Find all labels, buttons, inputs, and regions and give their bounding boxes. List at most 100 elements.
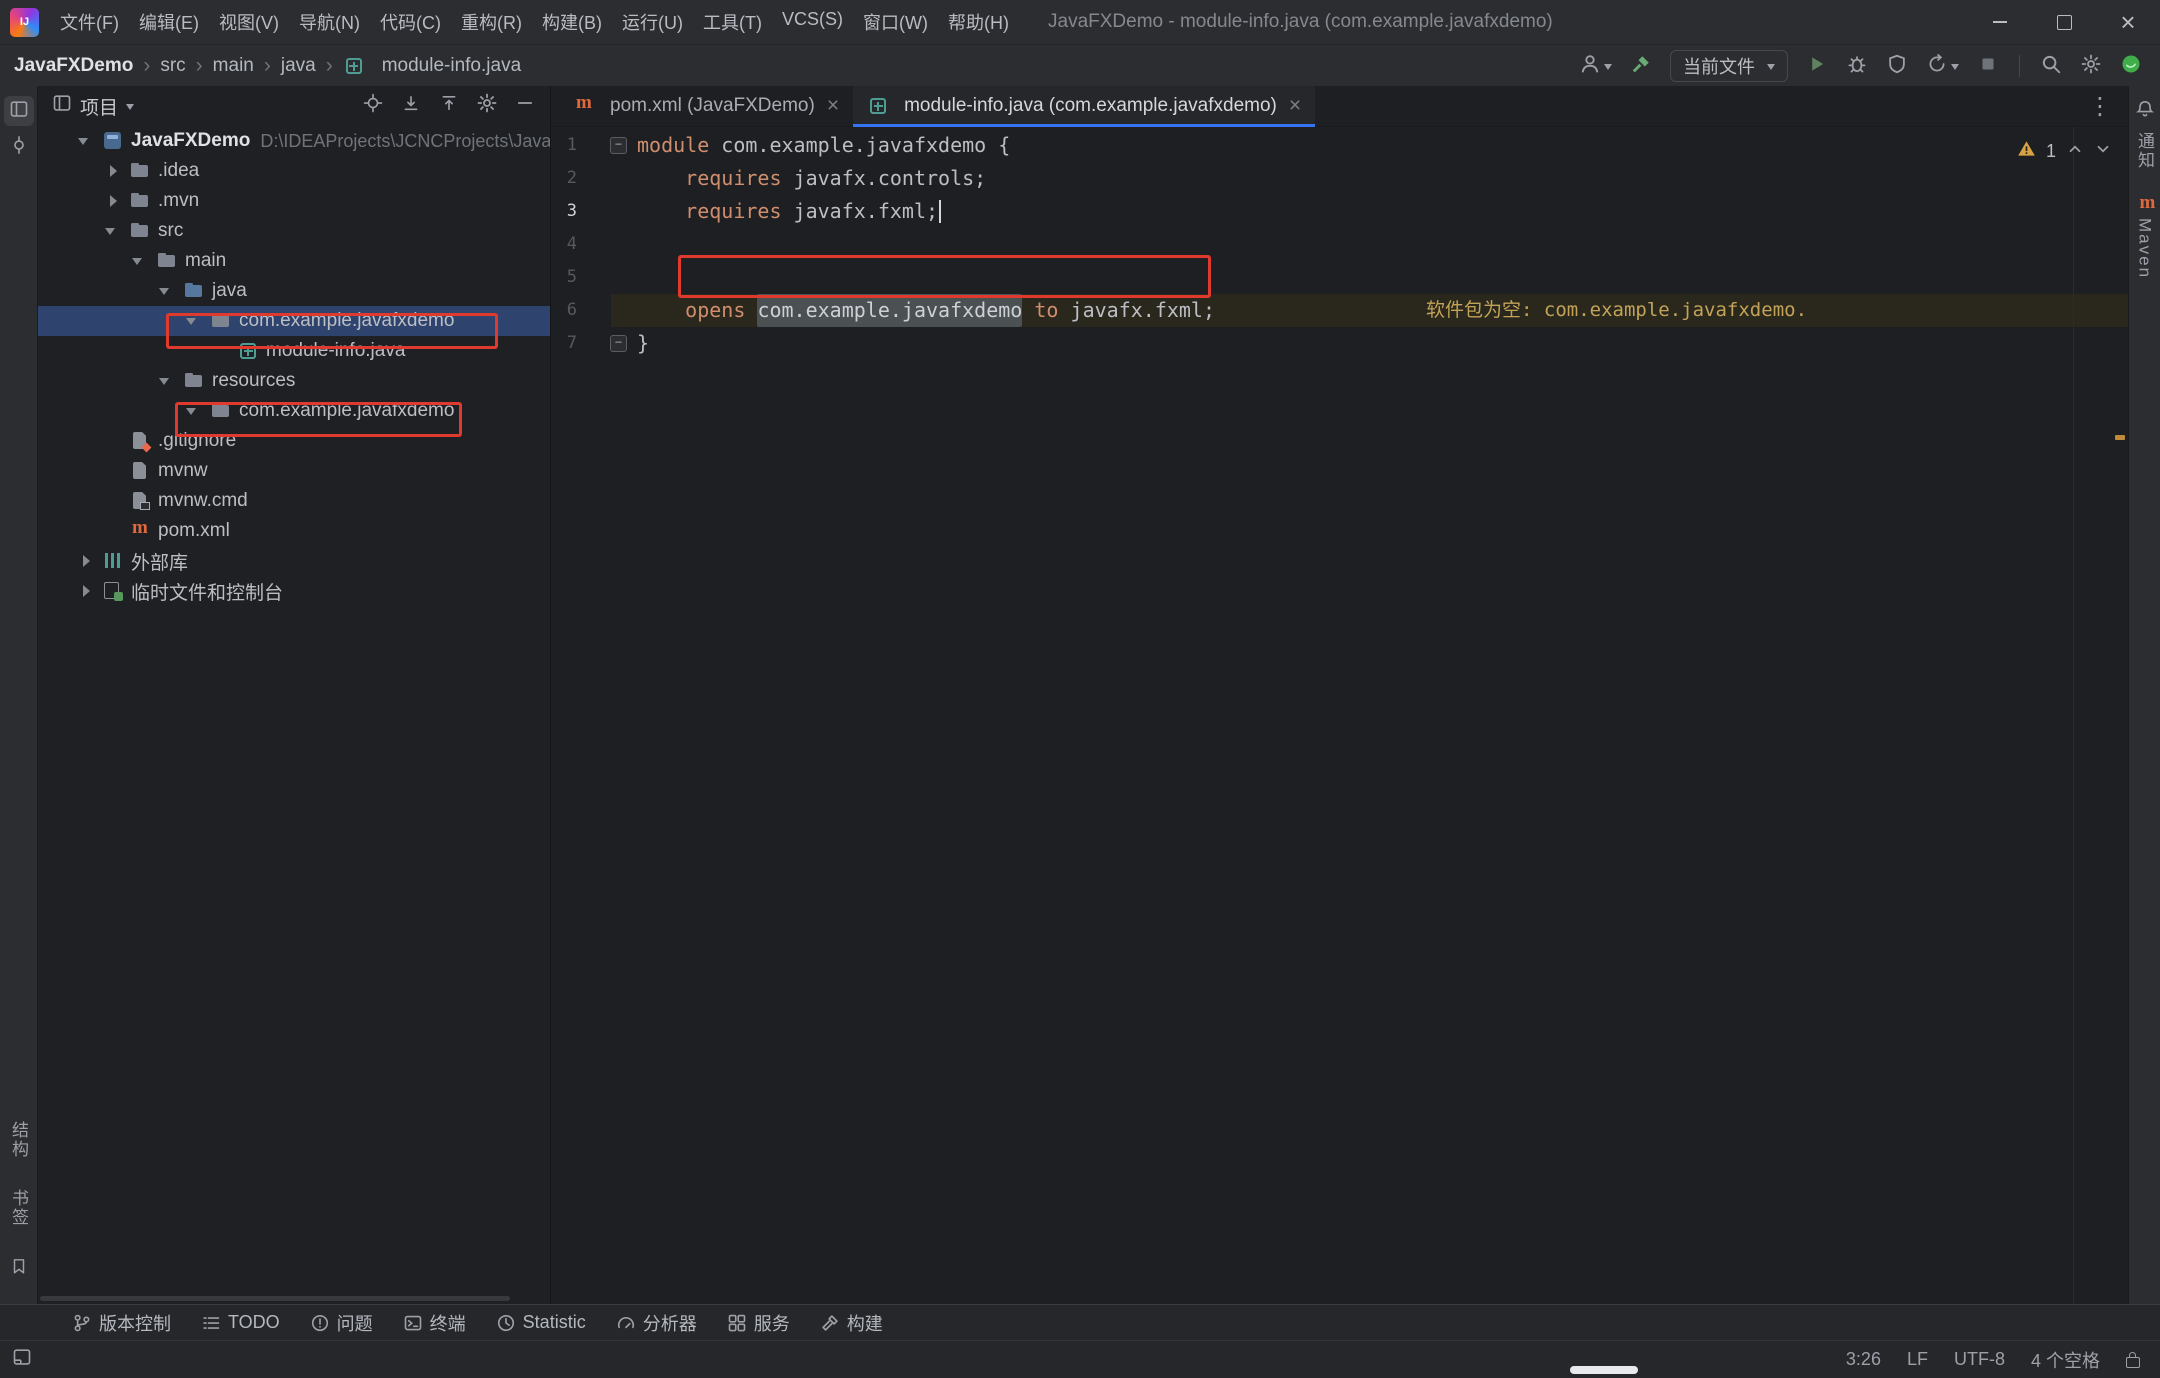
tree-item[interactable]: mvnw.cmd <box>38 486 550 516</box>
indent-setting[interactable]: 4 个空格 <box>2031 1347 2100 1373</box>
tree-item[interactable]: .mvn <box>38 186 550 216</box>
menu-item[interactable]: VCS(S) <box>773 4 852 40</box>
chevron-down-icon[interactable] <box>186 306 210 336</box>
menu-item[interactable]: 导航(N) <box>290 4 369 40</box>
notifications-toolwindow-button[interactable] <box>2130 96 2160 126</box>
ai-assistant-button[interactable] <box>2120 53 2142 80</box>
project-toolwindow-button[interactable] <box>4 96 34 126</box>
debug-button[interactable] <box>1846 53 1868 80</box>
minimize-button[interactable] <box>1968 0 2032 44</box>
tree-item[interactable]: module-info.java <box>38 336 550 366</box>
chevron-down-icon[interactable] <box>105 216 129 246</box>
run-config-selector[interactable]: 当前文件 <box>1670 50 1788 82</box>
menu-item[interactable]: 视图(V) <box>210 4 288 40</box>
code-editor[interactable]: 1−module com.example.javafxdemo {2 requi… <box>551 127 2128 1304</box>
chevron-down-icon[interactable] <box>159 366 183 396</box>
line-number[interactable]: 6 <box>551 294 577 327</box>
run-button[interactable] <box>1806 53 1828 80</box>
tree-item[interactable]: .idea <box>38 156 550 186</box>
close-button[interactable]: × <box>2096 0 2160 44</box>
locate-file-button[interactable] <box>358 92 388 120</box>
line-number[interactable]: 1 <box>551 129 577 162</box>
toolwindow-button-branch[interactable]: 版本控制 <box>72 1310 171 1336</box>
breadcrumb-item[interactable]: java <box>281 55 316 77</box>
tree-item[interactable]: resources <box>38 366 550 396</box>
menu-item[interactable]: 工具(T) <box>694 4 771 40</box>
stop-button[interactable] <box>1977 53 1999 80</box>
bookmarks-toolwindow-button[interactable]: 书签 <box>6 1189 31 1227</box>
line-number[interactable]: 5 <box>551 261 577 294</box>
breadcrumb-item[interactable]: src <box>160 55 185 77</box>
inspections-widget[interactable]: 1 <box>2017 139 2112 163</box>
structure-toolwindow-button[interactable]: 结构 <box>6 1121 31 1159</box>
layout-icon[interactable] <box>12 1347 32 1372</box>
next-warning-icon[interactable] <box>2094 140 2112 163</box>
toolwindow-button-statistic[interactable]: Statistic <box>496 1312 586 1333</box>
bookmark-icon[interactable] <box>10 1257 28 1280</box>
breadcrumb-item[interactable]: module-info.java <box>382 55 521 77</box>
previous-warning-icon[interactable] <box>2066 140 2084 163</box>
search-everywhere-button[interactable] <box>2040 53 2062 80</box>
maximize-button[interactable] <box>2032 0 2096 44</box>
breadcrumb-item[interactable]: JavaFXDemo <box>14 55 133 77</box>
file-encoding[interactable]: UTF-8 <box>1954 1349 2005 1370</box>
chevron-right-icon[interactable] <box>78 546 102 576</box>
tree-item[interactable]: main <box>38 246 550 276</box>
tree-item[interactable]: .gitignore <box>38 426 550 456</box>
line-number[interactable]: 4 <box>551 228 577 261</box>
maven-toolwindow-button[interactable]: Maven <box>2135 218 2155 279</box>
menu-item[interactable]: 窗口(W) <box>854 4 937 40</box>
line-separator[interactable]: LF <box>1907 1349 1928 1370</box>
tab-options-icon[interactable]: ⋮ <box>2072 92 2128 121</box>
toolwindow-button-problems[interactable]: 问题 <box>310 1310 373 1336</box>
tree-item[interactable]: com.example.javafxdemo <box>38 396 550 426</box>
menu-item[interactable]: 文件(F) <box>51 4 128 40</box>
tree-item[interactable]: java <box>38 276 550 306</box>
menu-item[interactable]: 构建(B) <box>533 4 611 40</box>
collapse-all-button[interactable] <box>434 92 464 120</box>
toolwindow-button-services[interactable]: 服务 <box>727 1310 790 1336</box>
menu-item[interactable]: 重构(R) <box>452 4 531 40</box>
chevron-down-icon[interactable] <box>126 104 134 114</box>
chevron-right-icon[interactable] <box>105 156 129 186</box>
horizontal-scrollbar[interactable] <box>40 1296 510 1301</box>
line-number[interactable]: 2 <box>551 162 577 195</box>
toolwindow-button-todo[interactable]: TODO <box>201 1312 280 1333</box>
breadcrumb-item[interactable]: main <box>213 55 254 77</box>
maven-icon[interactable] <box>2137 196 2159 216</box>
line-number[interactable]: 7 <box>551 327 577 360</box>
menu-item[interactable]: 编辑(E) <box>130 4 208 40</box>
editor-tab[interactable]: pom.xml (JavaFXDemo)× <box>559 86 853 126</box>
tree-item[interactable]: src <box>38 216 550 246</box>
caret-position[interactable]: 3:26 <box>1846 1349 1881 1370</box>
chevron-down-icon[interactable] <box>159 276 183 306</box>
project-panel-title[interactable]: 项目 <box>80 93 118 120</box>
run-options-button[interactable] <box>1926 53 1959 80</box>
editor-tab[interactable]: module-info.java (com.example.javafxdemo… <box>853 86 1315 126</box>
menu-item[interactable]: 帮助(H) <box>939 4 1018 40</box>
coverage-button[interactable] <box>1886 53 1908 80</box>
expand-all-button[interactable] <box>396 92 426 120</box>
user-profile-button[interactable] <box>1579 53 1612 80</box>
panel-options-button[interactable] <box>472 92 502 120</box>
tree-item[interactable]: mvnw <box>38 456 550 486</box>
fold-icon[interactable]: − <box>577 129 637 162</box>
chevron-right-icon[interactable] <box>105 186 129 216</box>
fold-icon[interactable]: − <box>577 327 637 360</box>
chevron-down-icon[interactable] <box>132 246 156 276</box>
warning-stripe-mark[interactable] <box>2115 435 2125 440</box>
line-number[interactable]: 3 <box>551 195 577 228</box>
settings-button[interactable] <box>2080 53 2102 80</box>
tree-item[interactable]: 外部库 <box>38 546 550 576</box>
close-tab-icon[interactable]: × <box>1289 94 1301 118</box>
close-tab-icon[interactable]: × <box>827 94 839 118</box>
tree-item[interactable]: com.example.javafxdemo <box>38 306 550 336</box>
chevron-down-icon[interactable] <box>78 126 102 156</box>
readonly-lock-icon[interactable] <box>2126 1357 2140 1368</box>
tree-item[interactable]: JavaFXDemoD:\IDEAProjects\JCNCProjects\J… <box>38 126 550 156</box>
hide-panel-button[interactable] <box>510 92 540 120</box>
toolwindow-button-profiler[interactable]: 分析器 <box>616 1310 697 1336</box>
chevron-right-icon[interactable] <box>78 576 102 606</box>
tree-item[interactable]: pom.xml <box>38 516 550 546</box>
commit-toolwindow-button[interactable] <box>4 132 34 162</box>
